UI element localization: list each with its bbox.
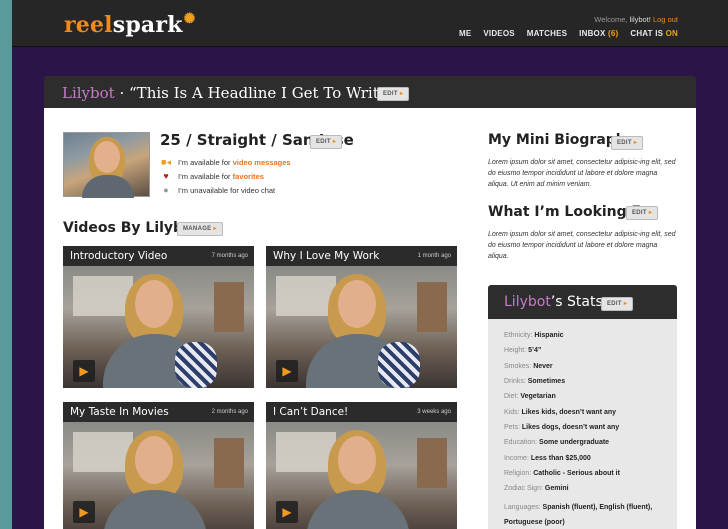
stat-row: Kids: Likes kids, doesn’t want any (504, 409, 617, 416)
play-icon[interactable]: ▶ (276, 360, 298, 382)
availability-favorites: ♥ I’m available for favorites (160, 171, 264, 181)
nav-me[interactable]: ME (459, 29, 471, 38)
looking-for-text: Lorem ipsum dolor sit amet, consectetur … (488, 231, 676, 260)
stat-row: Income: Less than $25,000 (504, 455, 591, 462)
spark-icon: ✺ (183, 11, 196, 27)
edit-profile-button[interactable]: EDIT ▸ (310, 135, 343, 149)
nav-videos[interactable]: VIDEOS (483, 29, 514, 38)
welcome-user: lilybot! (629, 15, 651, 24)
stat-row: Height: 5’4” (504, 347, 542, 354)
video-title: Introductory Video (70, 250, 168, 262)
video-date: 1 month ago (417, 253, 451, 259)
edit-bio-button[interactable]: EDIT ▸ (611, 136, 644, 150)
page-headline: Lilybot · “This Is A Headline I Get To W… (62, 84, 396, 102)
stats-box: Lilybot’s Stats EDIT ▸ Ethnicity: Hispan… (488, 285, 677, 529)
manage-videos-button[interactable]: MANAGE ▸ (177, 222, 223, 236)
stat-row: Diet: Vegetarian (504, 393, 556, 400)
edit-headline-button[interactable]: EDIT ▸ (377, 87, 410, 101)
profile-panel: 25 / Straight / San Jose EDIT ▸ ■◂ I’m a… (44, 108, 696, 529)
video-date: 7 months ago (211, 253, 248, 259)
arrow-right-icon: ▸ (332, 139, 337, 145)
main-nav: ME VIDEOS MATCHES INBOX (6) CHAT IS ON (459, 29, 678, 38)
window-edge (0, 0, 12, 529)
stat-row: Pets: Likes dogs, doesn’t want any (504, 424, 620, 431)
top-bar: reelspark✺ Welcome, lilybot! Log out ME … (12, 0, 728, 47)
availability-video-messages: ■◂ I’m available for video messages (161, 157, 291, 167)
headline-text: “This Is A Headline I Get To Write” (129, 84, 396, 102)
nav-chat[interactable]: CHAT IS ON (630, 29, 678, 38)
stat-row: Ethnicity: Hispanic (504, 332, 564, 339)
stat-row: Zodiac Sign: Gemini (504, 485, 569, 492)
video-date: 2 months ago (211, 409, 248, 415)
stat-row: Education: Some undergraduate (504, 439, 610, 446)
stat-row: Drinks: Sometimes (504, 378, 566, 385)
video-title: My Taste In Movies (70, 406, 169, 418)
video-date: 3 weeks ago (417, 409, 451, 415)
edit-stats-button[interactable]: EDIT ▸ (601, 297, 634, 311)
video-camera-icon: ■◂ (161, 157, 171, 167)
arrow-right-icon: ▸ (648, 210, 653, 216)
logo[interactable]: reelspark✺ (64, 11, 196, 38)
arrow-right-icon: ▸ (623, 301, 628, 307)
stat-row: Smokes: Never (504, 363, 553, 370)
headline-bar: Lilybot · “This Is A Headline I Get To W… (44, 76, 696, 108)
availability-video-chat: ● I’m unavailable for video chat (160, 185, 275, 195)
chat-bubble-icon: ● (163, 185, 169, 195)
play-icon[interactable]: ▶ (73, 360, 95, 382)
arrow-right-icon: ▸ (633, 140, 638, 146)
nav-matches[interactable]: MATCHES (527, 29, 567, 38)
welcome-text: Welcome, lilybot! Log out (594, 15, 678, 24)
nav-inbox[interactable]: INBOX (6) (579, 29, 618, 38)
video-title: I Can’t Dance! (273, 406, 349, 418)
headline-username[interactable]: Lilybot (62, 84, 115, 102)
arrow-right-icon: ▸ (213, 226, 217, 232)
video-title: Why I Love My Work (273, 250, 380, 262)
inbox-count: (6) (607, 29, 619, 38)
arrow-right-icon: ▸ (399, 91, 404, 97)
video-card[interactable]: I Can’t Dance! 3 weeks ago ▶ (266, 402, 457, 529)
heart-icon: ♥ (163, 171, 169, 181)
video-card[interactable]: Introductory Video 7 months ago ▶ (63, 246, 254, 388)
edit-looking-for-button[interactable]: EDIT ▸ (626, 206, 659, 220)
stat-row: Languages: Spanish (fluent), English (fl… (504, 504, 653, 526)
video-card[interactable]: My Taste In Movies 2 months ago ▶ (63, 402, 254, 529)
bio-text: Lorem ipsum dolor sit amet, consectetur … (488, 159, 676, 188)
chat-status: ON (665, 29, 678, 38)
stats-title: Lilybot’s Stats (504, 294, 603, 310)
play-icon[interactable]: ▶ (276, 501, 298, 523)
video-card[interactable]: Why I Love My Work 1 month ago ▶ (266, 246, 457, 388)
logout-link[interactable]: Log out (653, 15, 678, 24)
stat-row: Religion: Catholic - Serious about it (504, 470, 620, 477)
avatar[interactable] (63, 132, 150, 198)
play-icon[interactable]: ▶ (73, 501, 95, 523)
